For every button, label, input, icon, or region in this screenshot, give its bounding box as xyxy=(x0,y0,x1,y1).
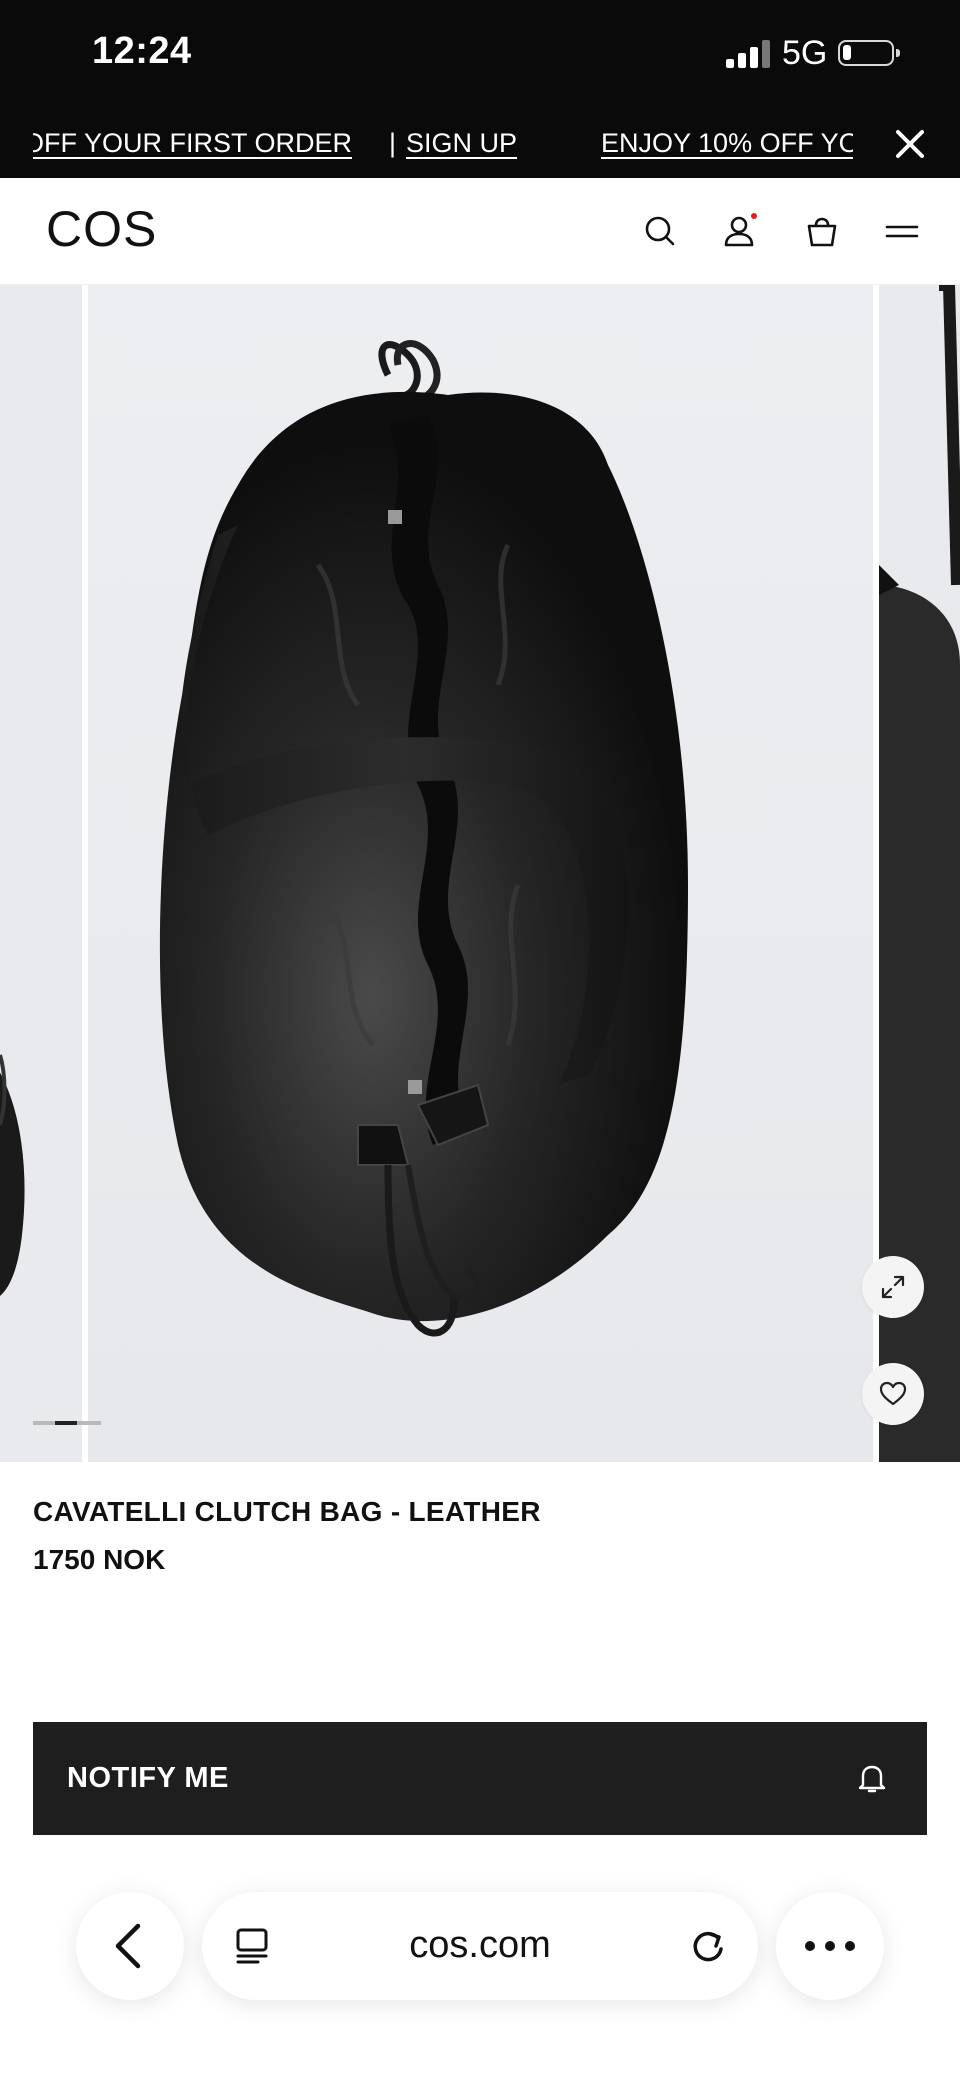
expand-image-button[interactable] xyxy=(862,1256,924,1318)
browser-more-button[interactable] xyxy=(776,1892,884,2000)
browser-toolbar: cos.com xyxy=(0,1860,960,2077)
promo-ticker: OFF YOUR FIRST ORDER | SIGN UP ENJOY 10%… xyxy=(33,124,853,164)
address-bar[interactable]: cos.com xyxy=(202,1892,758,2000)
more-icon xyxy=(805,1941,855,1951)
expand-icon xyxy=(881,1275,905,1299)
gallery-image-main[interactable] xyxy=(88,285,873,1462)
site-header: COS xyxy=(0,178,960,285)
product-price: 1750 NOK xyxy=(33,1544,166,1575)
account-button[interactable] xyxy=(720,211,760,251)
url-text[interactable]: cos.com xyxy=(202,1924,758,1967)
close-icon xyxy=(896,130,924,158)
wishlist-button[interactable] xyxy=(862,1363,924,1425)
gallery-image-previous[interactable] xyxy=(0,285,82,1462)
reload-icon[interactable] xyxy=(686,1924,730,1968)
search-icon xyxy=(645,216,675,246)
menu-icon xyxy=(885,225,919,238)
product-gallery[interactable] xyxy=(0,285,960,1462)
chevron-left-icon xyxy=(115,1923,141,1969)
close-banner-button[interactable] xyxy=(890,124,930,164)
notification-dot xyxy=(751,213,757,219)
promo-text-repeat[interactable]: ENJOY 10% OFF YOUR FIRST ORDER xyxy=(601,128,853,159)
product-image xyxy=(159,340,688,1337)
gallery-pagination xyxy=(33,1421,101,1425)
network-type: 5G xyxy=(782,34,828,72)
promo-banner: OFF YOUR FIRST ORDER | SIGN UP ENJOY 10%… xyxy=(0,110,960,178)
notify-me-label: NOTIFY ME xyxy=(67,1762,229,1794)
signal-icon xyxy=(726,40,772,68)
status-time: 12:24 xyxy=(92,30,192,72)
menu-button[interactable] xyxy=(882,211,922,251)
brand-logo[interactable]: COS xyxy=(46,200,157,258)
battery-icon xyxy=(838,40,900,66)
sign-up-link[interactable]: SIGN UP xyxy=(406,128,517,159)
browser-back-button[interactable] xyxy=(76,1892,184,2000)
heart-icon xyxy=(879,1381,907,1406)
bag-button[interactable] xyxy=(802,211,842,251)
gallery-pagination-active xyxy=(55,1421,77,1425)
shopping-bag-icon xyxy=(807,217,837,247)
search-button[interactable] xyxy=(640,211,680,251)
promo-separator: | xyxy=(389,128,397,158)
promo-text[interactable]: OFF YOUR FIRST ORDER xyxy=(33,128,352,159)
notify-me-button[interactable]: NOTIFY ME xyxy=(33,1722,927,1835)
status-bar: 12:24 5G xyxy=(0,0,960,110)
bell-icon xyxy=(858,1765,886,1793)
user-icon xyxy=(724,213,757,247)
product-title: CAVATELLI CLUTCH BAG - LEATHER xyxy=(33,1496,541,1527)
